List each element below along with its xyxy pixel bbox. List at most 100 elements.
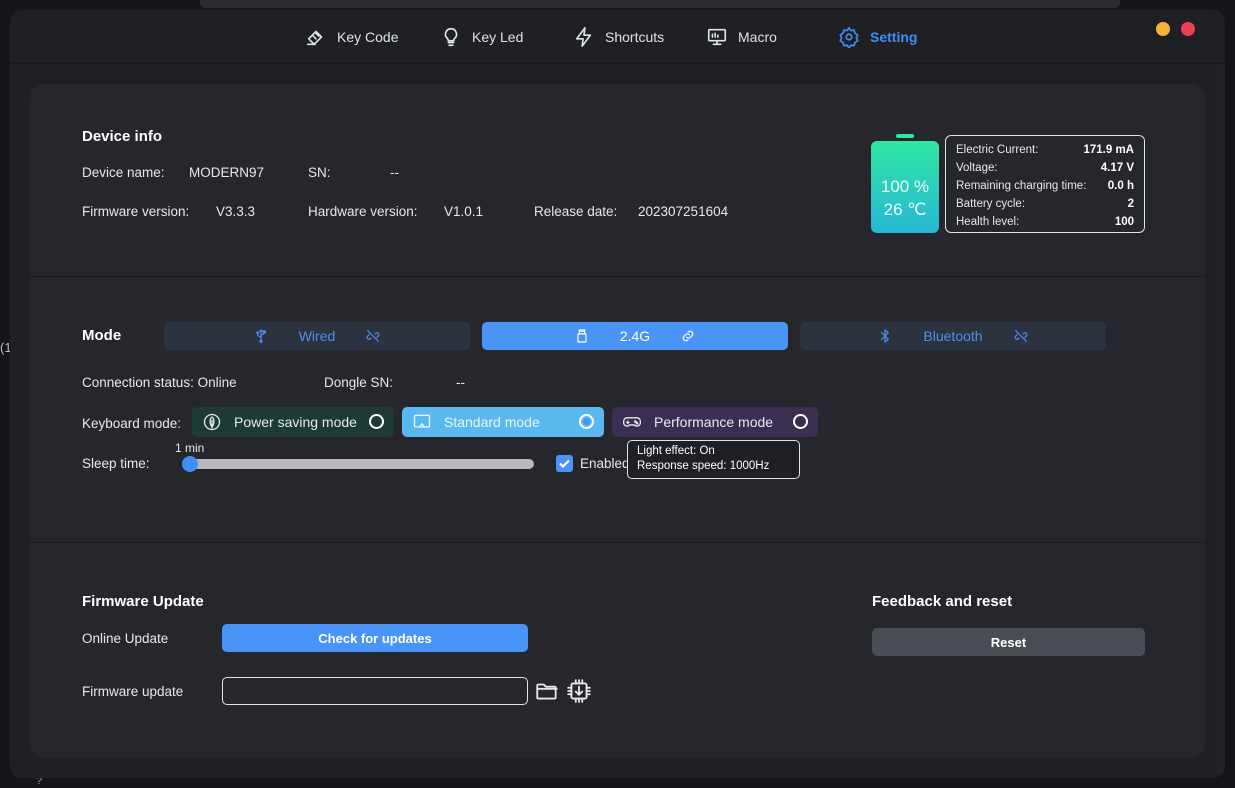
tab-macro-label: Macro	[738, 29, 777, 45]
bluetooth-icon	[881, 329, 890, 343]
stat-value: 171.9 mA	[1083, 144, 1134, 156]
monitor-icon	[707, 28, 727, 46]
firmware-file-label: Firmware update	[82, 684, 184, 699]
connection-status: Connection status: Online	[82, 375, 237, 390]
battery-stats: Electric Current: 171.9 mA Voltage: 4.17 V…	[945, 135, 1145, 233]
device-name-label: Device name:	[82, 165, 165, 180]
usb-icon	[255, 329, 266, 343]
sleep-time-label: Sleep time:	[82, 456, 150, 471]
link-icon	[682, 330, 694, 342]
lightning-icon	[575, 27, 592, 47]
mode-tab-bluetooth-label: Bluetooth	[923, 328, 983, 344]
check-icon	[559, 459, 570, 469]
device-name-value: MODERN97	[189, 165, 265, 180]
battery-cap	[896, 134, 914, 138]
scrollbar[interactable]	[1217, 64, 1225, 774]
stat-label: Remaining charging time:	[956, 180, 1087, 192]
tooltip-light-effect: Light effect: On	[637, 445, 715, 457]
stat-label: Voltage:	[956, 162, 998, 174]
mode-tab-2-4g-label: 2.4G	[619, 328, 651, 344]
sleep-time-value: 1 min	[175, 441, 205, 455]
stat-value: 2	[1127, 198, 1134, 210]
check-for-updates-button[interactable]: Check for updates	[222, 624, 528, 652]
performance-mode-radio[interactable]	[793, 414, 808, 429]
stat-value: 0.0 h	[1107, 180, 1134, 192]
section-divider	[30, 276, 1205, 277]
main-nav: Key Code Key Led Shortcuts Macro Setting	[10, 10, 1225, 64]
mode-tab-2-4g[interactable]: 2.4G	[482, 322, 788, 350]
app-window: Key Code Key Led Shortcuts Macro Setting	[10, 10, 1225, 778]
tab-shortcuts-label: Shortcuts	[605, 29, 665, 45]
hardware-version-label: Hardware version:	[308, 204, 418, 219]
keyboard-mode-label: Keyboard mode:	[82, 416, 182, 431]
tab-macro[interactable]: Macro	[706, 24, 777, 50]
tab-key-code[interactable]: Key Code	[305, 24, 398, 50]
leaf-icon	[203, 413, 221, 431]
gamepad-icon	[623, 417, 641, 427]
browse-folder-button[interactable]	[534, 678, 560, 709]
sleep-time-slider[interactable]	[190, 459, 534, 469]
firmware-update-title: Firmware Update	[82, 593, 204, 610]
stat-label: Electric Current:	[956, 144, 1039, 156]
reset-button[interactable]: Reset	[872, 628, 1145, 656]
enabled-checkbox[interactable]	[556, 455, 573, 472]
battery-temperature: 26 ℃	[883, 200, 927, 219]
power-saving-mode-label: Power saving mode	[234, 414, 357, 430]
stat-row: Voltage: 4.17 V	[956, 159, 1134, 177]
battery-indicator: 100 % 26 ℃	[871, 141, 939, 233]
power-saving-mode-option[interactable]: Power saving mode	[192, 407, 394, 437]
firmware-file-input[interactable]	[222, 677, 528, 705]
performance-mode-option[interactable]: Performance mode	[612, 407, 818, 437]
stat-row: Remaining charging time: 0.0 h	[956, 177, 1134, 195]
standard-mode-option[interactable]: Standard mode	[402, 407, 604, 437]
standard-mode-label: Standard mode	[444, 414, 540, 430]
unlink-icon	[1014, 330, 1028, 342]
mode-tab-wired[interactable]: Wired	[164, 322, 470, 350]
tab-setting-label: Setting	[870, 29, 918, 45]
sn-label: SN:	[308, 165, 331, 180]
mode-tab-bluetooth[interactable]: Bluetooth	[800, 322, 1106, 350]
tab-setting[interactable]: Setting	[838, 24, 917, 50]
power-saving-radio[interactable]	[369, 414, 384, 429]
stat-row: Electric Current: 171.9 mA	[956, 141, 1134, 159]
mode-title: Mode	[82, 327, 122, 344]
chip-download-icon	[567, 679, 591, 703]
flash-firmware-button[interactable]	[566, 678, 592, 709]
standard-mode-radio[interactable]	[579, 414, 594, 429]
enabled-label: Enabled	[580, 456, 630, 471]
sn-value: --	[390, 165, 399, 180]
stat-row: Battery cycle: 2	[956, 195, 1134, 213]
close-button[interactable]	[1181, 22, 1195, 36]
screen-icon	[413, 414, 431, 428]
firmware-version-label: Firmware version:	[82, 204, 190, 219]
feedback-reset-title: Feedback and reset	[872, 593, 1013, 610]
dongle-icon	[577, 329, 587, 343]
device-info-title: Device info	[82, 128, 163, 145]
stat-label: Battery cycle:	[956, 198, 1026, 210]
background-window-edge	[200, 0, 1120, 8]
tooltip-response-speed: Response speed: 1000Hz	[637, 460, 770, 472]
stat-row: Health level: 100	[956, 213, 1134, 231]
stat-value: 100	[1114, 216, 1134, 228]
battery-percent: 100 %	[880, 177, 930, 196]
section-divider	[30, 542, 1205, 543]
online-update-label: Online Update	[82, 631, 169, 646]
tab-key-code-label: Key Code	[337, 29, 399, 45]
minimize-button[interactable]	[1156, 22, 1170, 36]
top-navigation-bar: Key Code Key Led Shortcuts Macro Setting	[10, 10, 1225, 64]
mode-tooltip: Light effect: On Response speed: 1000Hz	[627, 440, 800, 479]
unlink-icon	[366, 330, 380, 342]
sleep-time-slider-thumb[interactable]	[182, 456, 198, 472]
dongle-sn-label: Dongle SN:	[324, 375, 394, 390]
firmware-version-value: V3.3.3	[216, 204, 256, 219]
key-code-icon	[306, 30, 323, 46]
stat-value: 4.17 V	[1100, 162, 1134, 174]
folder-icon	[536, 683, 558, 700]
tab-key-led[interactable]: Key Led	[440, 24, 523, 50]
hardware-version-value: V1.0.1	[444, 204, 484, 219]
tab-shortcuts[interactable]: Shortcuts	[573, 24, 664, 50]
gear-icon	[839, 27, 859, 48]
bulb-icon	[444, 27, 458, 47]
dongle-sn-value: --	[456, 375, 465, 390]
settings-panel: Device info Device name: MODERN97 SN: --…	[30, 84, 1205, 758]
